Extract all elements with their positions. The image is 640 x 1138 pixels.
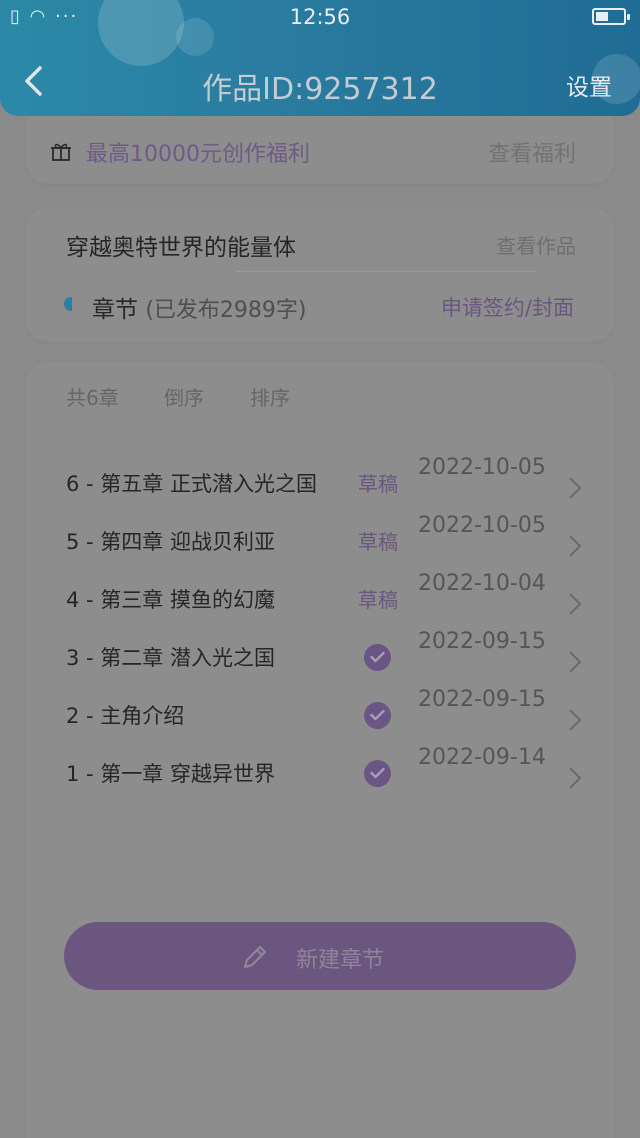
work-title: 穿越奥特世界的能量体: [66, 235, 296, 261]
app-header: ▯ ◠ ··· 12:56 作品ID:9257312 设置: [0, 0, 640, 116]
draft-badge: 草稿: [358, 588, 398, 612]
chapter-row[interactable]: 6 - 第五章 正式潜入光之国 草稿 2022-10-05: [26, 455, 614, 514]
page-title: 作品ID:9257312: [202, 72, 438, 107]
draft-badge: 草稿: [358, 472, 398, 496]
new-chapter-label: 新建章节: [296, 948, 385, 973]
chapter-row[interactable]: 3 - 第二章 潜入光之国 2022-09-15: [26, 629, 614, 688]
published-check-icon: [364, 702, 391, 729]
section-marker-icon: [64, 297, 72, 311]
chapter-list-card: 共6章 倒序 排序 6 - 第五章 正式潜入光之国 草稿 2022-10-05 …: [26, 362, 614, 1138]
chapter-name: 4 - 第三章 摸鱼的幻魔: [66, 588, 275, 612]
chapter-row[interactable]: 2 - 主角介绍 2022-09-15: [26, 687, 614, 746]
chapter-date: 2022-09-15: [418, 687, 546, 712]
divider: [236, 271, 536, 272]
reverse-order-button[interactable]: 倒序: [164, 382, 204, 411]
chapter-row[interactable]: 5 - 第四章 迎战贝利亚 草稿 2022-10-05: [26, 513, 614, 572]
chapter-date: 2022-09-15: [418, 629, 546, 654]
view-work-link[interactable]: 查看作品: [496, 230, 576, 259]
chevron-right-icon: [569, 535, 582, 557]
chevron-right-icon: [569, 651, 582, 673]
chapter-date: 2022-10-05: [418, 455, 546, 480]
gift-icon: [51, 143, 71, 161]
chapter-name: 3 - 第二章 潜入光之国: [66, 646, 275, 670]
chapter-date: 2022-10-04: [418, 571, 546, 596]
published-check-icon: [364, 760, 391, 787]
chapter-name: 6 - 第五章 正式潜入光之国: [66, 472, 317, 496]
pencil-icon: [243, 945, 267, 969]
benefit-banner: 最高10000元创作福利 查看福利: [26, 116, 614, 184]
chevron-right-icon: [569, 593, 582, 615]
chevron-right-icon: [569, 477, 582, 499]
settings-button[interactable]: 设置: [566, 68, 612, 102]
status-time: 12:56: [289, 5, 351, 29]
sort-button[interactable]: 排序: [250, 382, 290, 411]
chapter-row[interactable]: 4 - 第三章 摸鱼的幻魔 草稿 2022-10-04: [26, 571, 614, 630]
published-check-icon: [364, 644, 391, 671]
work-info-card: 穿越奥特世界的能量体 查看作品 章节 (已发布2989字) 申请签约/封面: [26, 208, 614, 342]
chevron-right-icon: [569, 767, 582, 789]
chapter-date: 2022-09-14: [418, 745, 546, 770]
chapter-section-label: 章节 (已发布2989字): [92, 290, 306, 324]
new-chapter-button[interactable]: 新建章节: [64, 922, 576, 990]
chapter-date: 2022-10-05: [418, 513, 546, 538]
draft-badge: 草稿: [358, 530, 398, 554]
view-benefits-link[interactable]: 查看福利: [488, 136, 576, 168]
chapter-name: 5 - 第四章 迎战贝利亚: [66, 530, 275, 554]
chevron-right-icon: [569, 709, 582, 731]
chapter-count: 共6章: [66, 386, 119, 410]
chapter-name: 1 - 第一章 穿越异世界: [66, 762, 275, 786]
status-bar: ▯ ◠ ··· 12:56: [0, 0, 640, 36]
chapter-name: 2 - 主角介绍: [66, 704, 185, 728]
chapter-label-text: 章节: [92, 297, 138, 323]
benefit-text: 最高10000元创作福利: [86, 142, 310, 167]
published-word-count: (已发布2989字): [145, 298, 307, 323]
apply-sign-cover-link[interactable]: 申请签约/封面: [441, 292, 574, 322]
battery-icon: [592, 8, 630, 25]
chapter-row[interactable]: 1 - 第一章 穿越异世界 2022-09-14: [26, 745, 614, 804]
